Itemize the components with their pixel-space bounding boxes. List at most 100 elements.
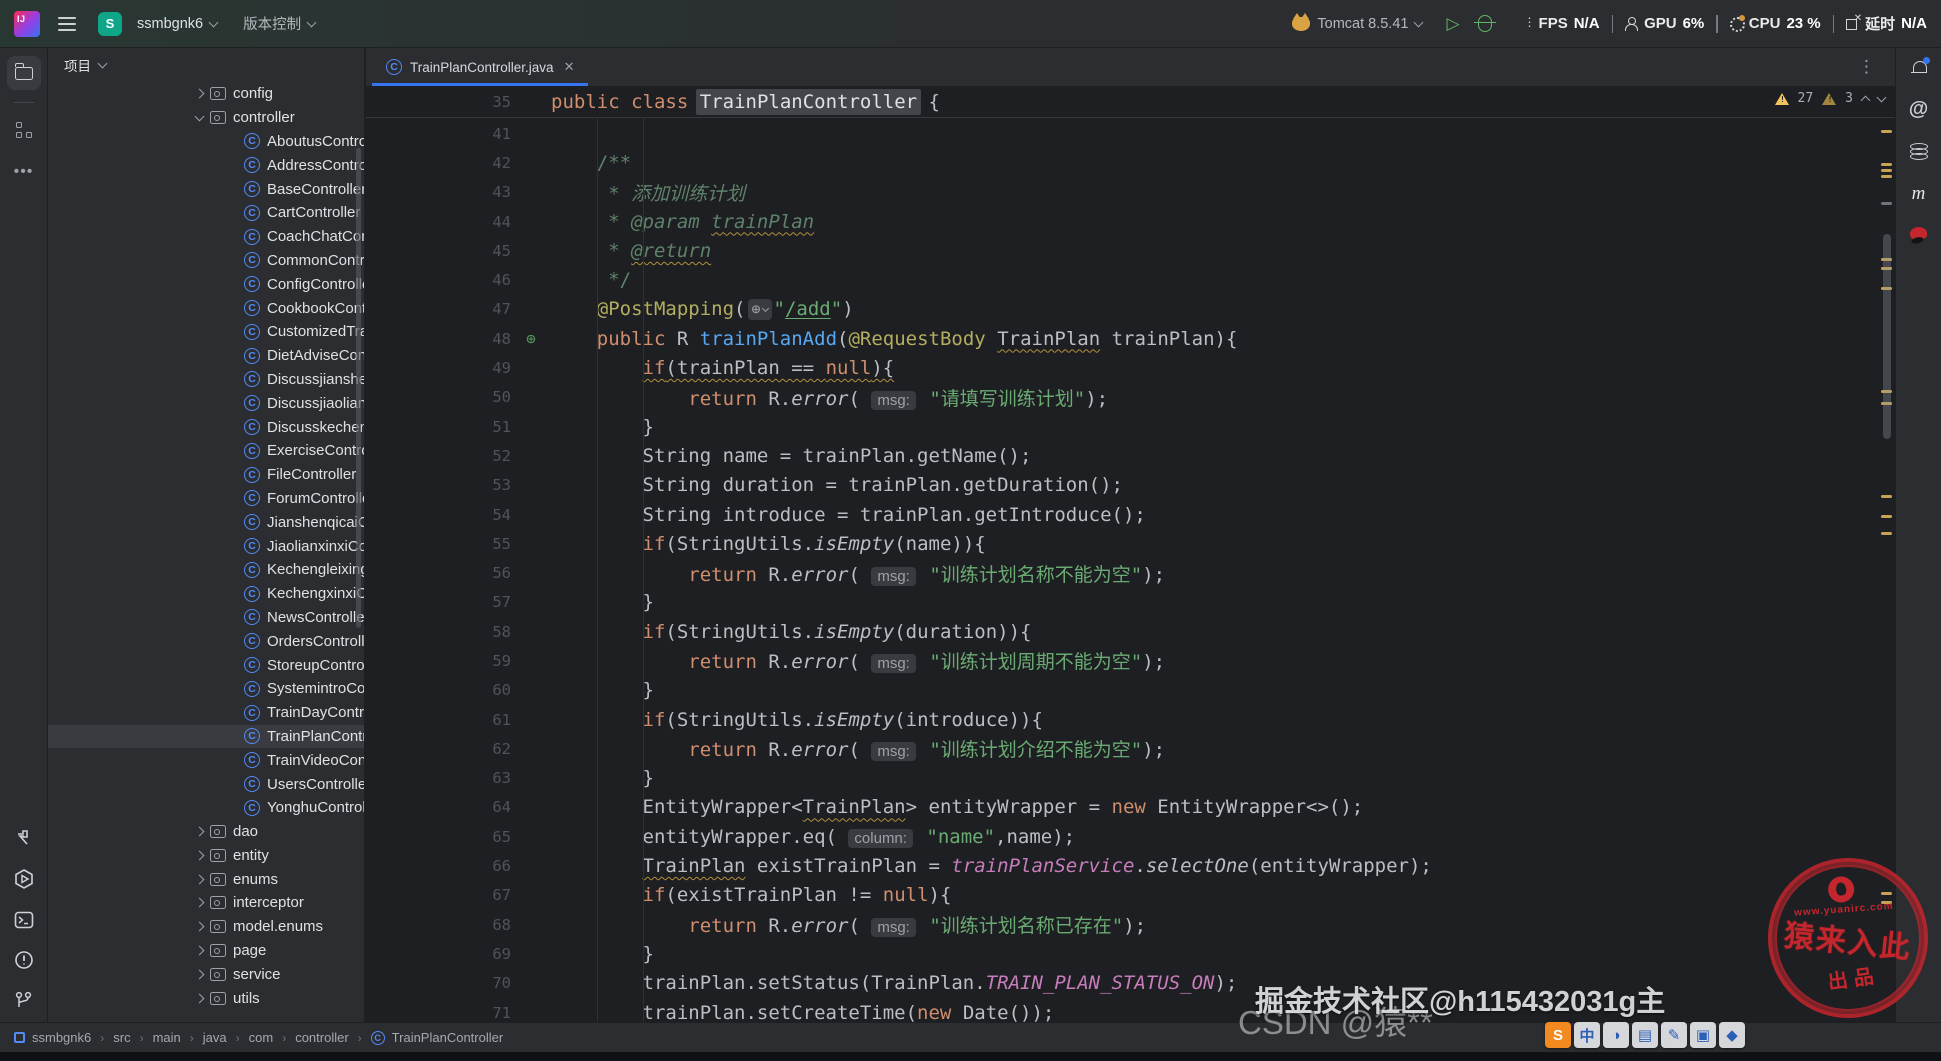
- tree-item-discussjianshenqicaicontroller[interactable]: C DiscussjianshenqicaiController: [48, 368, 364, 392]
- ime-key[interactable]: ▤: [1632, 1022, 1658, 1048]
- tree-item-trainplancontroller[interactable]: C TrainPlanController: [48, 724, 364, 749]
- code-line-52[interactable]: 52 String name = trainPlan.getName();: [366, 441, 1895, 470]
- tree-item-kechengxinxicontroller[interactable]: C KechengxinxiController: [48, 582, 364, 606]
- code-line-71[interactable]: 71 trainPlan.setCreateTime(new Date());: [366, 998, 1895, 1022]
- tree-item-userscontroller[interactable]: C UsersController: [48, 772, 364, 796]
- ime-key[interactable]: ◑: [1603, 1022, 1629, 1048]
- code-line-48[interactable]: 48 ⊕ public R trainPlanAdd(@RequestBody T…: [366, 324, 1895, 353]
- tree-item-customizedtrainplancontroller[interactable]: C CustomizedTrainPlanController: [48, 320, 364, 344]
- error-stripe[interactable]: [1879, 117, 1895, 1022]
- project-toolwindow-button[interactable]: [6, 56, 41, 90]
- code-line-60[interactable]: 60 }: [366, 676, 1895, 705]
- breadcrumb-item-main[interactable]: main: [153, 1030, 181, 1045]
- tree-item-interceptor[interactable]: interceptor: [48, 891, 364, 915]
- code-line-64[interactable]: 64 EntityWrapper<TrainPlan> entityWrappe…: [366, 793, 1895, 822]
- ime-key[interactable]: ✎: [1661, 1022, 1687, 1048]
- tab-options-kebab-icon[interactable]: ⋮: [1844, 57, 1889, 77]
- stripe-mark-warning[interactable]: [1881, 495, 1892, 498]
- tree-item-configcontroller[interactable]: C ConfigController: [48, 272, 364, 296]
- stripe-mark-info[interactable]: [1881, 202, 1892, 205]
- breadcrumb-item-com[interactable]: com: [249, 1030, 274, 1045]
- tree-item-addresscontroller[interactable]: C AddressController: [48, 153, 364, 177]
- editor-scrollbar-thumb[interactable]: [1883, 234, 1891, 439]
- project-panel-header[interactable]: 项目: [48, 48, 364, 82]
- code-line-42[interactable]: 42 /**: [366, 148, 1895, 177]
- tree-item-commoncontroller[interactable]: C CommonController: [48, 249, 364, 273]
- tree-item-jiaolianxinxicontroller[interactable]: C JiaolianxinxiController: [48, 534, 364, 558]
- code-line-53[interactable]: 53 String duration = trainPlan.getDurati…: [366, 471, 1895, 500]
- code-line-43[interactable]: 43 * 添加训练计划: [366, 178, 1895, 207]
- tree-item-dao[interactable]: dao: [48, 820, 364, 844]
- terminal-button[interactable]: [14, 910, 34, 930]
- breadcrumb-item-src[interactable]: src: [113, 1030, 130, 1045]
- code-line-61[interactable]: 61 if(StringUtils.isEmpty(introduce)){: [366, 705, 1895, 734]
- tree-item-basecontroller[interactable]: C BaseController: [48, 177, 364, 201]
- tree-item-filecontroller[interactable]: C FileController: [48, 463, 364, 487]
- code-line-62[interactable]: 62 return R.error( msg: "训练计划介绍不能为空");: [366, 734, 1895, 763]
- tree-item-enums[interactable]: enums: [48, 867, 364, 891]
- code-line-59[interactable]: 59 return R.error( msg: "训练计划周期不能为空");: [366, 646, 1895, 675]
- code-line-46[interactable]: 46 */: [366, 265, 1895, 294]
- ime-key[interactable]: ▣: [1690, 1022, 1716, 1048]
- tree-item-forumcontroller[interactable]: C ForumController: [48, 487, 364, 511]
- code-line-55[interactable]: 55 if(StringUtils.isEmpty(name)){: [366, 529, 1895, 558]
- stripe-mark-warning[interactable]: [1881, 163, 1892, 166]
- code-line-66[interactable]: 66 TrainPlan existTrainPlan = trainPlanS…: [366, 851, 1895, 880]
- run-configuration-selector[interactable]: Tomcat 8.5.41: [1292, 12, 1424, 32]
- code-line-50[interactable]: 50 return R.error( msg: "请填写训练计划");: [366, 383, 1895, 412]
- structure-toolwindow-button[interactable]: [7, 113, 41, 147]
- stripe-mark-warning[interactable]: [1881, 515, 1892, 518]
- tree-item-newscontroller[interactable]: C NewsController: [48, 606, 364, 630]
- stripe-mark-warning[interactable]: [1881, 532, 1892, 535]
- ai-assistant-icon[interactable]: @: [1909, 98, 1929, 121]
- tree-item-coachchatcontroller[interactable]: C CoachChatController: [48, 225, 364, 249]
- code-line-70[interactable]: 70 trainPlan.setStatus(TrainPlan.TRAIN_P…: [366, 969, 1895, 998]
- tree-item-page[interactable]: page: [48, 939, 364, 963]
- tree-item-utils[interactable]: utils: [48, 986, 364, 1010]
- code-line-57[interactable]: 57 }: [366, 588, 1895, 617]
- problems-button[interactable]: [14, 950, 34, 970]
- ime-key[interactable]: 中: [1574, 1022, 1600, 1048]
- stripe-mark-warning[interactable]: [1881, 130, 1892, 133]
- build-hammer-button[interactable]: [14, 828, 34, 848]
- code-line-47[interactable]: 47 @PostMapping(⊕ "/add"): [366, 295, 1895, 324]
- breadcrumb-item-trainplancontroller[interactable]: C TrainPlanController: [370, 1030, 503, 1045]
- tree-item-service[interactable]: service: [48, 962, 364, 986]
- next-problem-button[interactable]: [1876, 92, 1887, 103]
- tree-item-discussjiaolianxinxicontroller[interactable]: C DiscussjiaolianxinxiController: [48, 391, 364, 415]
- project-widget[interactable]: S ssmbgnk6: [98, 11, 219, 36]
- code-line-56[interactable]: 56 return R.error( msg: "训练计划名称不能为空");: [366, 558, 1895, 587]
- code-editor[interactable]: 41 42 /** 43 * 添加训练计划 44 * @param trainPlan…: [366, 117, 1895, 1022]
- tree-item-dietadvisecontroller[interactable]: C DietAdviseController: [48, 344, 364, 368]
- stripe-mark-warning[interactable]: [1881, 169, 1892, 172]
- code-line-51[interactable]: 51 }: [366, 412, 1895, 441]
- tree-item-exercisecontroller[interactable]: C ExerciseController: [48, 439, 364, 463]
- tree-item-model.enums[interactable]: model.enums: [48, 915, 364, 939]
- mapping-globe-icon[interactable]: ⊕: [526, 330, 536, 347]
- tree-item-traindaycontroller[interactable]: C TrainDayController: [48, 701, 364, 725]
- plugin-icon[interactable]: [1908, 225, 1929, 242]
- debug-button[interactable]: [1473, 15, 1496, 32]
- more-toolwindows-button[interactable]: •••: [7, 155, 41, 189]
- code-line-67[interactable]: 67 if(existTrainPlan != null){: [366, 881, 1895, 910]
- code-line-45[interactable]: 45 * @return: [366, 236, 1895, 265]
- breadcrumb-item-java[interactable]: java: [203, 1030, 227, 1045]
- ime-key[interactable]: S: [1545, 1022, 1571, 1048]
- code-line-49[interactable]: 49 if(trainPlan == null){: [366, 353, 1895, 382]
- main-menu-button[interactable]: [58, 16, 76, 31]
- tree-item-entity[interactable]: entity: [48, 844, 364, 868]
- tree-item-storeupcontroller[interactable]: C StoreupController: [48, 653, 364, 677]
- ime-toolbar[interactable]: S 中 ◑ ▤ ✎ ▣ ◆: [1545, 1022, 1745, 1048]
- code-line-69[interactable]: 69 }: [366, 939, 1895, 968]
- run-button[interactable]: ▷: [1446, 15, 1459, 32]
- tree-item-cookbookcontroller[interactable]: C CookbookController: [48, 296, 364, 320]
- maven-icon[interactable]: m: [1912, 183, 1926, 205]
- code-line-58[interactable]: 58 if(StringUtils.isEmpty(duration)){: [366, 617, 1895, 646]
- stripe-mark-warning[interactable]: [1881, 892, 1892, 895]
- inspections-widget[interactable]: 27 3: [1774, 91, 1887, 106]
- code-line-65[interactable]: 65 entityWrapper.eq( column: "name",name…: [366, 822, 1895, 851]
- tree-item-orderscontroller[interactable]: C OrdersController: [48, 629, 364, 653]
- code-line-68[interactable]: 68 return R.error( msg: "训练计划名称已存在");: [366, 910, 1895, 939]
- code-line-63[interactable]: 63 }: [366, 764, 1895, 793]
- vcs-widget[interactable]: 版本控制: [243, 13, 317, 34]
